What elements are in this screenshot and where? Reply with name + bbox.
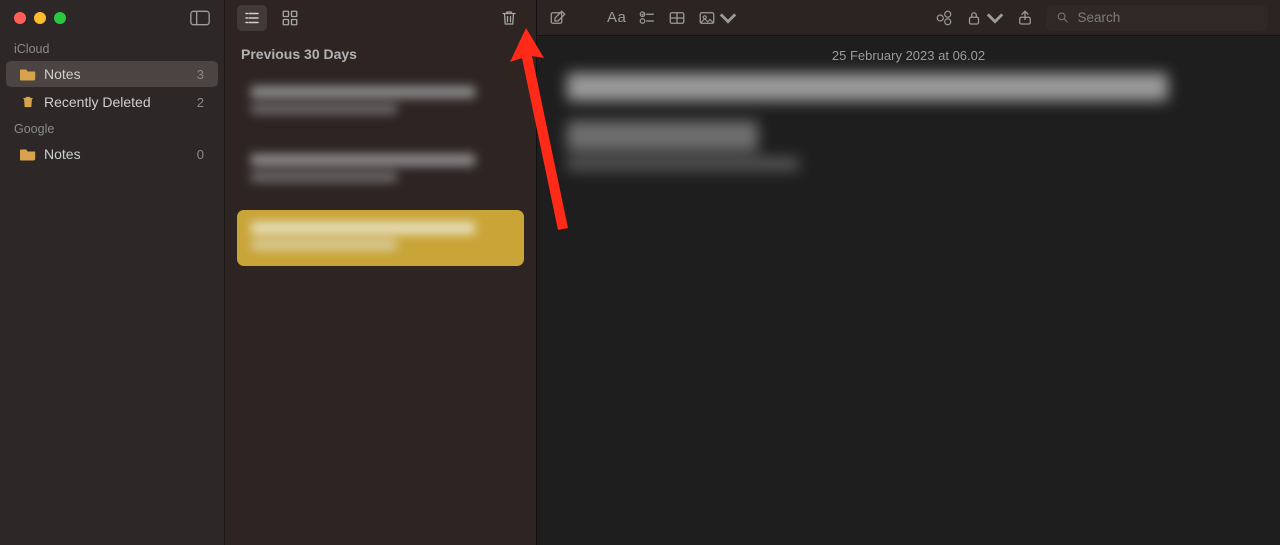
editor-toolbar: Aa xyxy=(537,0,1280,36)
note-group-header: Previous 30 Days xyxy=(225,36,536,68)
share-icon xyxy=(1016,9,1034,27)
editor-column: Aa xyxy=(537,0,1280,545)
trash-icon xyxy=(500,9,518,27)
link-icon xyxy=(935,9,953,27)
note-body[interactable]: 25 February 2023 at 06.02 xyxy=(537,36,1280,545)
table-icon xyxy=(668,9,686,27)
photo-icon xyxy=(698,9,716,27)
redacted-content-icon xyxy=(251,154,475,186)
sidebar-icloud-notes[interactable]: Notes 3 xyxy=(6,61,218,87)
redacted-content-icon xyxy=(251,86,475,118)
media-button[interactable] xyxy=(698,9,737,27)
sidebar-recently-deleted[interactable]: Recently Deleted 2 xyxy=(6,89,218,115)
list-toolbar xyxy=(225,0,536,36)
note-list-item-selected[interactable] xyxy=(237,210,524,266)
trash-folder-icon xyxy=(20,95,36,109)
link-button[interactable] xyxy=(935,9,953,27)
sidebar-item-label: Notes xyxy=(44,66,81,82)
minimize-window-button[interactable] xyxy=(34,12,46,24)
note-list-column: Previous 30 Days xyxy=(225,0,537,545)
redacted-content-icon xyxy=(567,73,1250,171)
compose-note-button[interactable] xyxy=(549,9,567,27)
sidebar-item-count: 2 xyxy=(197,95,204,110)
window-controls xyxy=(0,0,224,36)
redacted-content-icon xyxy=(251,222,475,254)
gallery-view-button[interactable] xyxy=(275,5,305,31)
sidebar-section-icloud: iCloud xyxy=(0,36,224,60)
maximize-window-button[interactable] xyxy=(54,12,66,24)
close-window-button[interactable] xyxy=(14,12,26,24)
list-view-button[interactable] xyxy=(237,5,267,31)
lock-icon xyxy=(965,9,983,27)
sidebar-item-label: Notes xyxy=(44,146,81,162)
note-list-item[interactable] xyxy=(237,74,524,130)
delete-note-button[interactable] xyxy=(494,5,524,31)
search-input[interactable] xyxy=(1076,9,1258,26)
checklist-button[interactable] xyxy=(638,9,656,27)
folder-icon xyxy=(20,147,36,161)
sidebar-section-google: Google xyxy=(0,116,224,140)
chevron-down-icon xyxy=(986,9,1004,27)
search-field[interactable] xyxy=(1046,5,1268,31)
checklist-icon xyxy=(638,9,656,27)
lock-note-button[interactable] xyxy=(965,9,1004,27)
search-icon xyxy=(1056,10,1070,25)
sidebar-item-count: 0 xyxy=(197,147,204,162)
compose-icon xyxy=(549,9,567,27)
note-list-item[interactable] xyxy=(237,142,524,198)
text-format-button[interactable]: Aa xyxy=(607,9,626,26)
sidebar: iCloud Notes 3 Recently Deleted 2 Google… xyxy=(0,0,225,545)
share-button[interactable] xyxy=(1016,9,1034,27)
sidebar-google-notes[interactable]: Notes 0 xyxy=(6,141,218,167)
sidebar-item-label: Recently Deleted xyxy=(44,94,151,110)
note-timestamp: 25 February 2023 at 06.02 xyxy=(567,48,1250,63)
folder-icon xyxy=(20,67,36,81)
toggle-sidebar-button[interactable] xyxy=(190,10,210,26)
table-button[interactable] xyxy=(668,9,686,27)
chevron-down-icon xyxy=(719,9,737,27)
sidebar-item-count: 3 xyxy=(197,67,204,82)
